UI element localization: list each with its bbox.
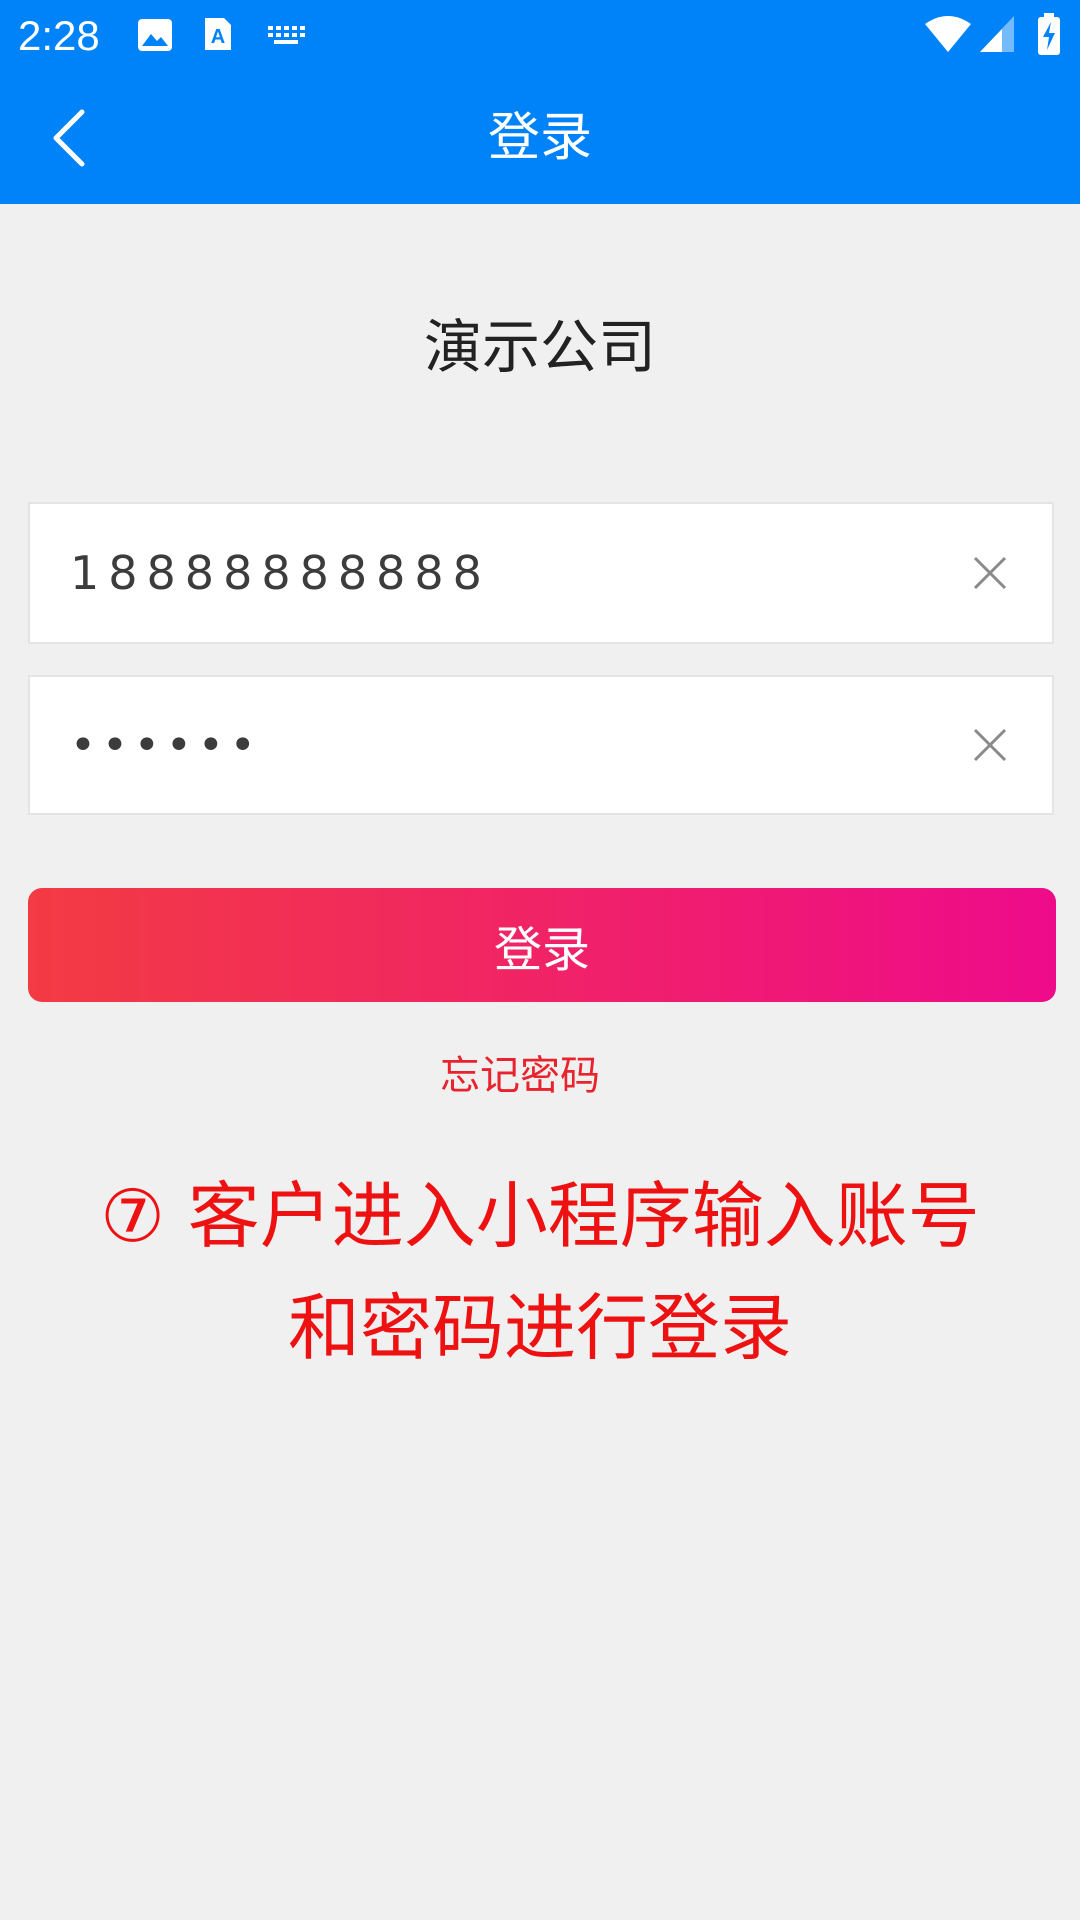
password-field[interactable]: •••••• — [28, 675, 1054, 815]
svg-text:A: A — [211, 26, 225, 48]
keyboard-icon — [268, 26, 305, 44]
close-icon[interactable] — [966, 721, 1014, 769]
page-title: 登录 — [487, 108, 592, 168]
text-a-icon: A — [205, 18, 231, 50]
battery-charging-icon — [1038, 13, 1060, 55]
annotation-line-2: 和密码进行登录 — [287, 1286, 792, 1370]
annotation-text: ⑦ 客户进入小程序输入账号 和密码进行登录 — [60, 1160, 1020, 1384]
phone-field[interactable]: 18888888888 — [28, 502, 1054, 644]
close-icon[interactable] — [966, 549, 1014, 597]
status-bar: 2:28 A — [0, 0, 1080, 72]
annotation-line-1: ⑦ 客户进入小程序输入账号 — [100, 1174, 980, 1258]
signal-icon — [980, 16, 1014, 52]
header-bar: 2:28 A 登录 — [0, 0, 1080, 204]
forgot-password-link[interactable]: 忘记密码 — [0, 1050, 1040, 1102]
phone-input[interactable]: 18888888888 — [70, 504, 491, 642]
password-input[interactable]: •••••• — [70, 677, 262, 813]
company-name: 演示公司 — [423, 313, 656, 381]
login-button[interactable]: 登录 — [28, 888, 1056, 1002]
image-icon — [138, 19, 172, 51]
wifi-icon — [925, 16, 971, 52]
nav-bar: 登录 — [0, 72, 1080, 204]
status-time: 2:28 — [18, 12, 100, 59]
